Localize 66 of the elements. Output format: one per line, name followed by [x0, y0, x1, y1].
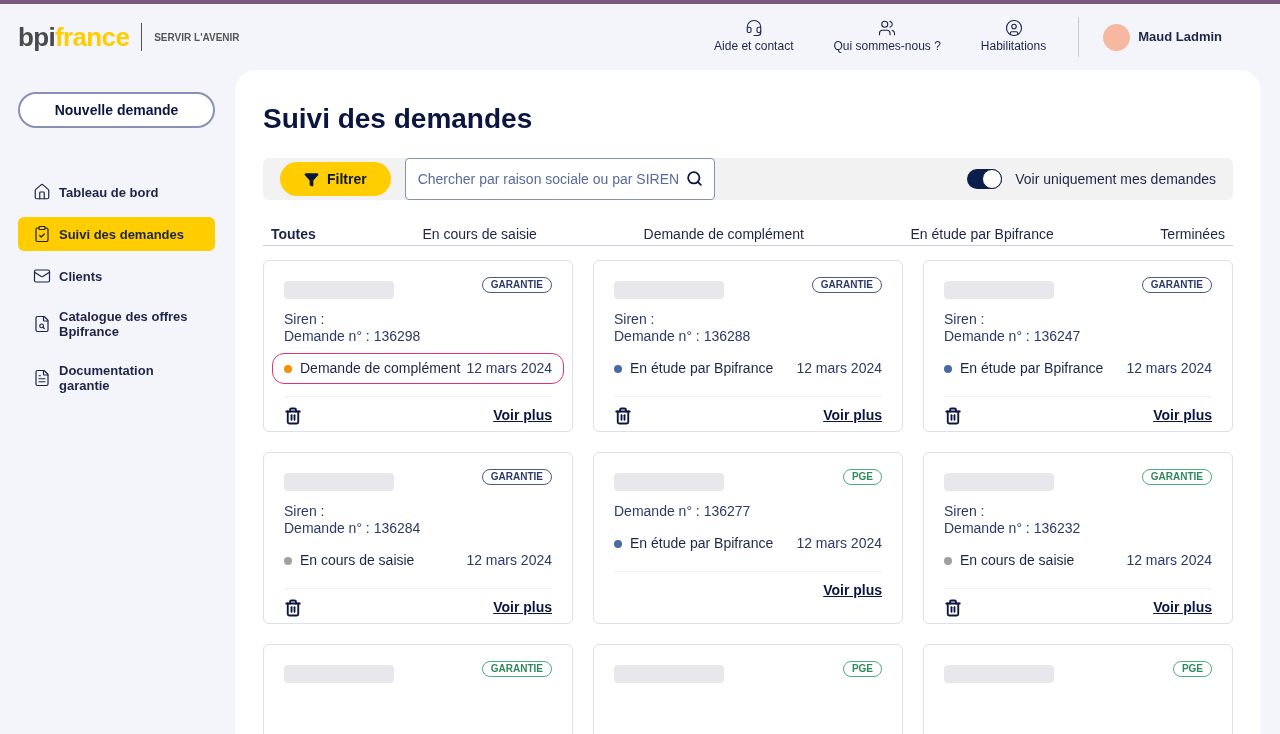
search-field[interactable]: Chercher par raison sociale ou par SIREN [404, 158, 715, 200]
see-more-link[interactable]: Voir plus [823, 580, 882, 601]
sidebar-item[interactable]: Catalogue des offres Bpifrance [18, 301, 215, 347]
user-name: Maud Ladmin [1138, 28, 1222, 47]
people-icon [878, 19, 897, 37]
trash-icon[interactable] [284, 406, 302, 425]
status-tab[interactable]: En étude par Bpifrance [902, 224, 1062, 245]
request-date: 12 mars 2024 [796, 534, 882, 553]
document-search-icon [33, 315, 51, 333]
filter-button[interactable]: Filtrer [280, 162, 391, 196]
trash-icon[interactable] [944, 406, 962, 425]
toggle-switch[interactable] [967, 169, 1003, 189]
clipboard-icon [33, 225, 51, 243]
headset-icon [744, 19, 763, 37]
request-number: Demande n° : 136277 [614, 503, 752, 520]
status-tab[interactable]: Toutes [263, 224, 324, 245]
filter-icon [304, 171, 319, 187]
see-more-link[interactable]: Voir plus [1153, 405, 1212, 426]
toggle-label: Voir uniquement mes demandes [1015, 169, 1216, 189]
header-link[interactable]: Qui sommes-nous ? [833, 19, 941, 55]
request-date: 12 mars 2024 [1126, 551, 1212, 570]
document-icon [33, 369, 51, 387]
request-number: Demande n° : 136232 [944, 520, 1082, 537]
sidebar-item[interactable]: Clients [18, 259, 215, 293]
status-text: En cours de saisie [960, 551, 1075, 570]
status-text: En étude par Bpifrance [630, 359, 774, 378]
request-number: Demande n° : 136247 [944, 328, 1082, 345]
request-number: Demande n° : 136298 [284, 328, 422, 345]
siren-label: Siren : [944, 311, 985, 328]
trash-icon[interactable] [944, 598, 962, 617]
page-title: Suivi des demandes [263, 102, 534, 136]
see-more-link[interactable]: Voir plus [493, 405, 552, 426]
header-link[interactable]: Aide et contact [714, 19, 794, 55]
request-number: Demande n° : 136288 [614, 328, 752, 345]
request-number: Demande n° : 136284 [284, 520, 422, 537]
status-tab[interactable]: En cours de saisie [414, 224, 545, 245]
siren-label: Siren : [614, 311, 655, 328]
search-icon [685, 170, 703, 187]
status-text: En étude par Bpifrance [630, 534, 774, 553]
request-date: 12 mars 2024 [466, 359, 552, 378]
siren-label: Siren : [284, 503, 325, 520]
envelope-icon [33, 267, 51, 285]
request-date: 12 mars 2024 [796, 359, 882, 378]
sidebar-item[interactable]: Suivi des demandes [18, 217, 215, 251]
brand-logo[interactable]: bpifrance [18, 24, 130, 50]
see-more-link[interactable]: Voir plus [1153, 597, 1212, 618]
new-request-button[interactable]: Nouvelle demande [18, 92, 215, 128]
see-more-link[interactable]: Voir plus [823, 405, 882, 426]
status-text: Demande de complément [300, 359, 461, 378]
header-link[interactable]: Habilitations [980, 19, 1047, 55]
person-badge-icon [1004, 19, 1023, 37]
trash-icon[interactable] [614, 406, 632, 425]
status-text: En étude par Bpifrance [960, 359, 1104, 378]
siren-label: Siren : [944, 503, 985, 520]
sidebar-item[interactable]: Documentation garantie [18, 355, 215, 401]
see-more-link[interactable]: Voir plus [493, 597, 552, 618]
sidebar-item[interactable]: Tableau de bord [18, 175, 215, 209]
home-icon [33, 183, 51, 201]
request-date: 12 mars 2024 [1126, 359, 1212, 378]
brand-tagline: SERVIR L'AVENIR [154, 30, 240, 45]
status-tab[interactable]: Terminées [1152, 224, 1233, 245]
request-date: 12 mars 2024 [466, 551, 552, 570]
siren-label: Siren : [284, 311, 325, 328]
trash-icon[interactable] [284, 598, 302, 617]
status-tab[interactable]: Demande de complément [635, 224, 812, 245]
status-text: En cours de saisie [300, 551, 415, 570]
